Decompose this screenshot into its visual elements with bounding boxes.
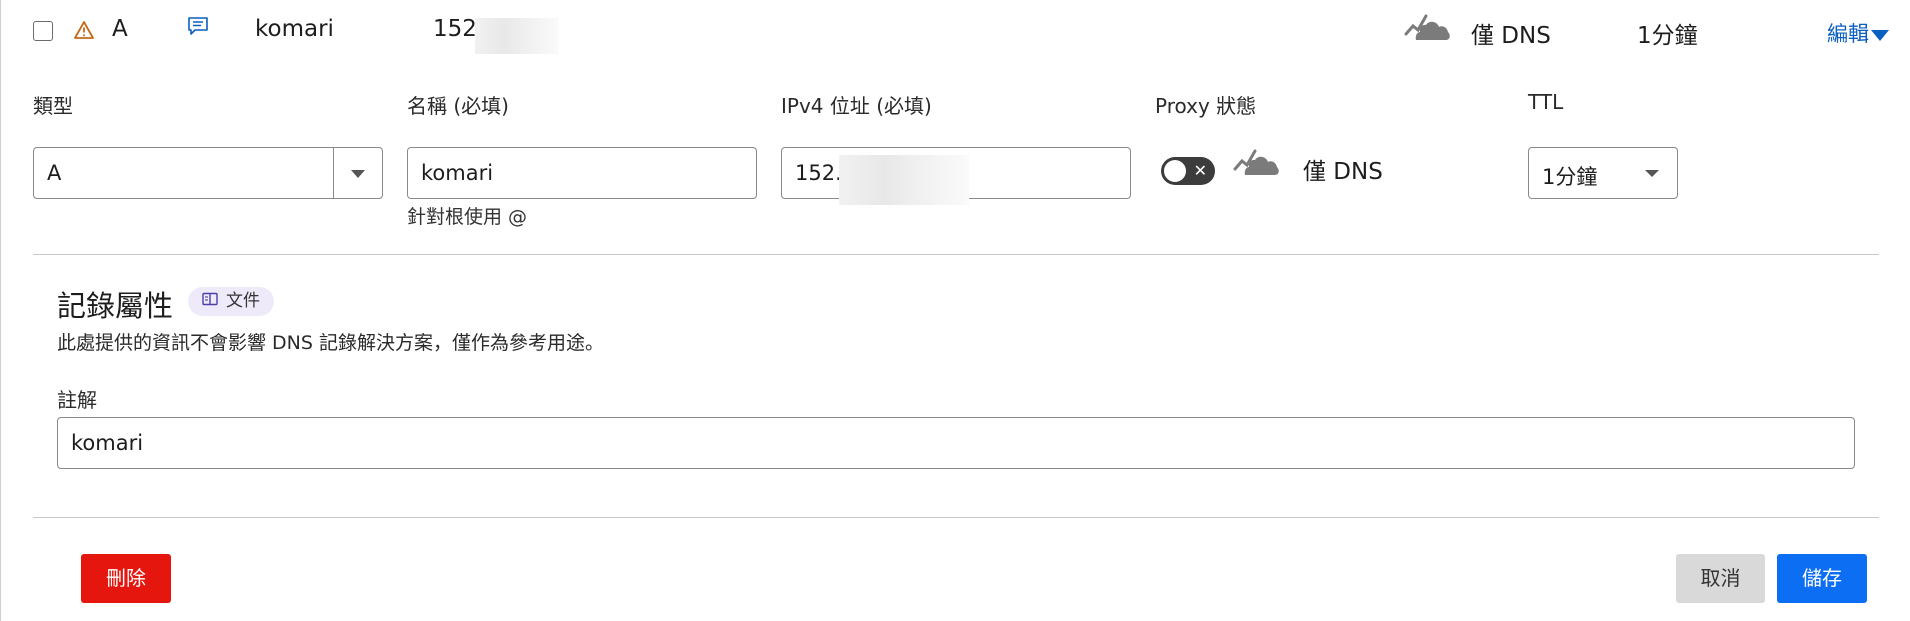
dropdown-arrow-icon <box>351 170 365 178</box>
book-icon <box>202 287 218 316</box>
divider <box>33 517 1879 518</box>
proxy-toggle[interactable]: ✕ <box>1161 157 1215 185</box>
type-label: 類型 <box>33 94 73 118</box>
dns-record-editor: A komari 152. 僅 DNS 1分鐘 編輯 類型 名稱 (必填) IP… <box>0 0 1910 621</box>
type-select-value: A <box>47 161 62 185</box>
record-type: A <box>112 16 128 42</box>
cloud-dns-only-icon <box>1404 10 1452 48</box>
record-proxy-status: 僅 DNS <box>1471 23 1551 49</box>
type-select[interactable]: A <box>33 147 383 199</box>
delete-button[interactable]: 刪除 <box>81 554 171 603</box>
dns-record-row: A komari 152. 僅 DNS 1分鐘 編輯 <box>1 0 1910 62</box>
record-select-checkbox[interactable] <box>33 21 53 41</box>
ipv4-input-value: 152. <box>795 161 842 185</box>
docs-link-label: 文件 <box>226 291 260 311</box>
name-hint: 針對根使用 @ <box>407 206 528 228</box>
divider <box>33 254 1879 255</box>
ttl-select-value: 1分鐘 <box>1542 165 1598 189</box>
chevron-down-icon <box>1871 29 1889 41</box>
name-input-value: komari <box>421 161 494 185</box>
proxy-status-value: 僅 DNS <box>1303 159 1383 185</box>
redacted-ip-mask <box>839 155 969 205</box>
cancel-button[interactable]: 取消 <box>1676 554 1765 603</box>
comment-input[interactable]: komari <box>57 417 1855 469</box>
section-title: 記錄屬性 <box>57 289 174 323</box>
comment-icon[interactable] <box>187 16 209 40</box>
section-description: 此處提供的資訊不會影響 DNS 記錄解決方案，僅作為參考用途。 <box>57 332 604 354</box>
close-icon: ✕ <box>1193 161 1207 180</box>
cloud-dns-only-icon <box>1233 145 1281 183</box>
ttl-label: TTL <box>1528 90 1564 114</box>
comment-label: 註解 <box>57 388 97 412</box>
edit-toggle-link[interactable]: 編輯 <box>1827 18 1889 48</box>
docs-link[interactable]: 文件 <box>188 287 274 316</box>
proxy-status-label: Proxy 狀態 <box>1155 94 1257 118</box>
ttl-select[interactable]: 1分鐘 <box>1528 147 1678 199</box>
name-input[interactable]: komari <box>407 147 757 199</box>
warning-icon <box>74 21 94 43</box>
select-divider <box>333 148 334 198</box>
ipv4-label: IPv4 位址 (必填) <box>781 94 932 118</box>
dropdown-arrow-icon <box>1645 170 1659 177</box>
comment-input-value: komari <box>71 431 144 455</box>
edit-label: 編輯 <box>1827 22 1869 46</box>
toggle-knob <box>1164 160 1186 182</box>
save-button[interactable]: 儲存 <box>1777 554 1867 603</box>
redacted-ip-mask <box>475 18 559 54</box>
record-ttl: 1分鐘 <box>1637 23 1698 49</box>
record-name: komari <box>255 16 334 42</box>
name-label: 名稱 (必填) <box>407 94 509 118</box>
